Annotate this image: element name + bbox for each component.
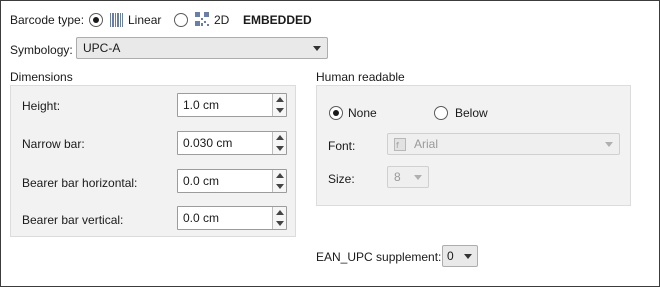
size-value: 8 (394, 170, 401, 184)
spin-down-icon[interactable] (276, 108, 284, 113)
embedded-status: EMBEDDED (243, 13, 312, 27)
symbology-value: UPC-A (83, 41, 121, 55)
bearer-horizontal-value: 0.0 cm (183, 174, 220, 188)
narrow-bar-value: 0.030 cm (183, 136, 233, 150)
spin-up-icon[interactable] (276, 210, 284, 215)
bearer-horizontal-spinner[interactable]: 0.0 cm (177, 169, 287, 193)
bearer-horizontal-spin-buttons[interactable] (272, 170, 286, 192)
below-label: Below (455, 106, 488, 120)
height-label: Height: (22, 99, 61, 113)
symbology-select[interactable]: UPC-A (76, 37, 328, 59)
bearer-vertical-spinner[interactable]: 0.0 cm (177, 206, 287, 230)
bearer-vertical-spin-buttons[interactable] (272, 207, 286, 229)
linear-radio[interactable] (89, 13, 103, 27)
none-radio[interactable] (329, 106, 343, 120)
ean-upc-supplement-select[interactable]: 0 (442, 245, 478, 267)
font-icon: f (394, 138, 406, 151)
none-label: None (348, 106, 377, 120)
dimensions-title: Dimensions (10, 70, 73, 84)
chevron-down-icon (605, 142, 613, 147)
narrow-bar-spinner[interactable]: 0.030 cm (177, 131, 287, 155)
font-value: Arial (414, 137, 439, 151)
chevron-down-icon (414, 175, 422, 180)
ean-upc-supplement-label: EAN_UPC supplement: (316, 250, 442, 264)
twod-radio[interactable] (174, 13, 188, 27)
human-readable-group: None Below Font: f Arial Size: 8 (316, 85, 631, 206)
human-readable-title: Human readable (316, 70, 405, 84)
spin-down-icon[interactable] (276, 146, 284, 151)
svg-text:f: f (396, 141, 399, 150)
chevron-down-icon (464, 254, 472, 259)
chevron-down-icon (313, 46, 321, 51)
dimensions-group: Height: 1.0 cm Narrow bar: 0.030 cm Bear… (10, 85, 296, 237)
bearer-vertical-label: Bearer bar vertical: (22, 213, 124, 227)
symbology-label: Symbology: (10, 43, 73, 57)
ean-upc-supplement-value: 0 (447, 249, 454, 263)
barcode-type-label: Barcode type: (10, 13, 85, 27)
linear-label: Linear (128, 13, 162, 27)
spin-down-icon[interactable] (276, 184, 284, 189)
font-label: Font: (328, 139, 356, 153)
size-select[interactable]: 8 (387, 166, 429, 188)
font-select[interactable]: f Arial (387, 133, 620, 155)
height-spin-buttons[interactable] (272, 94, 286, 116)
height-spinner[interactable]: 1.0 cm (177, 93, 287, 117)
spin-up-icon[interactable] (276, 135, 284, 140)
bearer-horizontal-label: Bearer bar horizontal: (22, 176, 138, 190)
narrow-bar-label: Narrow bar: (22, 137, 85, 151)
linear-barcode-icon (109, 12, 123, 28)
twod-label: 2D (214, 13, 230, 27)
bearer-vertical-value: 0.0 cm (183, 211, 220, 225)
height-value: 1.0 cm (183, 98, 220, 112)
spin-down-icon[interactable] (276, 221, 284, 226)
barcode-properties-panel: Barcode type: Linear 2D EMBEDDED Symbolo… (0, 0, 660, 287)
spin-up-icon[interactable] (276, 173, 284, 178)
spin-up-icon[interactable] (276, 97, 284, 102)
narrow-bar-spin-buttons[interactable] (272, 132, 286, 154)
qr-code-icon (195, 12, 209, 26)
below-radio[interactable] (434, 106, 448, 120)
size-label: Size: (328, 172, 355, 186)
